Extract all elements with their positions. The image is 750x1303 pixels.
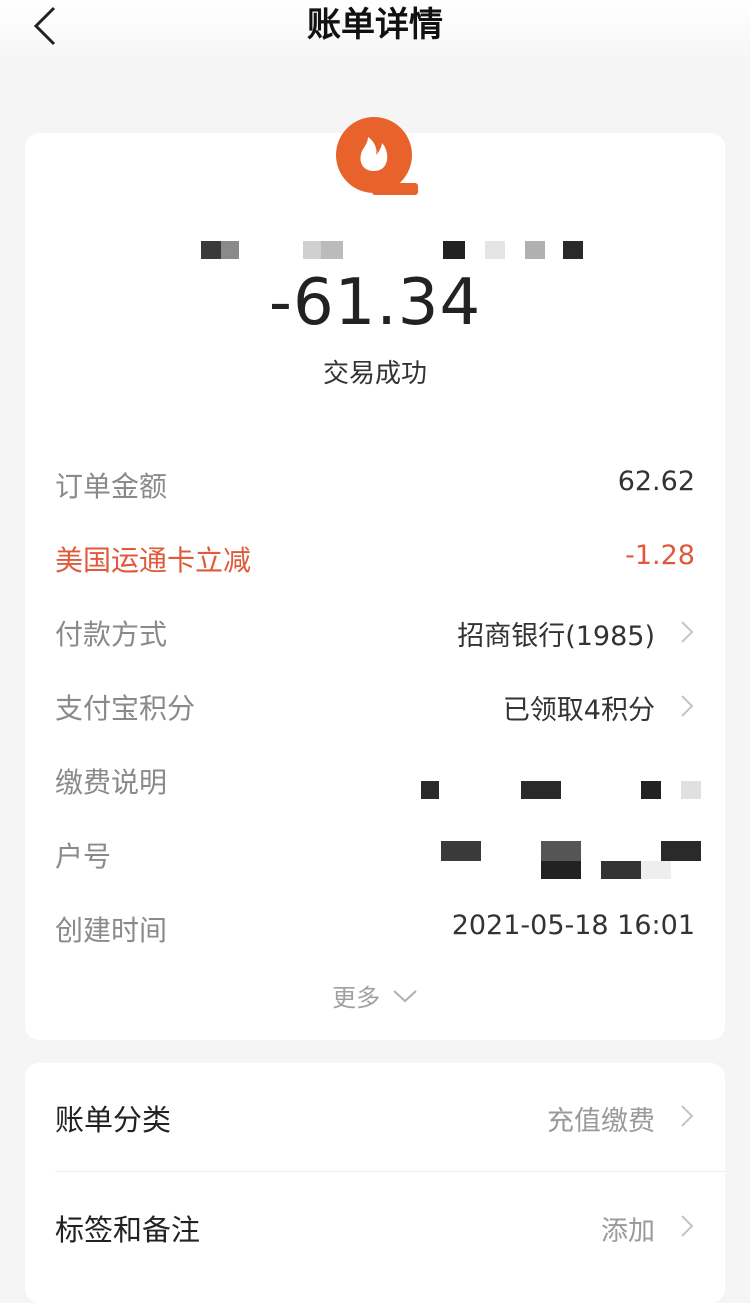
merchant-name-redacted [175, 237, 583, 261]
detail-label: 户号 [55, 840, 112, 873]
chevron-right-icon [681, 1215, 694, 1237]
detail-value: 2021-05-18 16:01 [451, 910, 695, 941]
detail-value: 已领取4积分 [502, 695, 655, 726]
detail-label: 支付宝积分 [55, 692, 196, 725]
chevron-right-icon [681, 1105, 694, 1127]
bill-summary-card: -61.34 交易成功 订单金额 62.62 美国运通卡立减 -1.28 付款方… [25, 117, 725, 1040]
more-toggle[interactable]: 更多 [25, 978, 725, 1013]
bill-extra-card: 账单分类 充值缴费 标签和备注 添加 [25, 1063, 725, 1303]
chevron-down-icon [393, 989, 417, 1002]
nav-bar: 账单详情 [0, 0, 750, 60]
detail-row-fee-note: 缴费说明 [25, 747, 725, 807]
row-value: 添加 [601, 1216, 655, 1247]
page-title: 账单详情 [307, 5, 443, 45]
detail-label: 缴费说明 [55, 766, 168, 799]
detail-label: 创建时间 [55, 914, 168, 947]
redacted-value [405, 761, 705, 801]
tags-notes-row[interactable]: 标签和备注 添加 [25, 1173, 725, 1273]
detail-label: 付款方式 [55, 618, 168, 651]
detail-row-discount: 美国运通卡立减 -1.28 [25, 525, 725, 585]
redacted-value [405, 835, 705, 879]
row-value: 充值缴费 [547, 1106, 655, 1137]
more-label: 更多 [332, 984, 381, 1012]
detail-value: 62.62 [617, 466, 695, 497]
transaction-amount: -61.34 [268, 266, 482, 340]
detail-value: -1.28 [625, 540, 695, 571]
chevron-right-icon [681, 621, 694, 643]
transaction-status: 交易成功 [322, 359, 427, 389]
detail-row-order-amount: 订单金额 62.62 [25, 451, 725, 511]
detail-label: 订单金额 [55, 470, 168, 503]
detail-row-account-number: 户号 [25, 821, 725, 881]
detail-row-created-time: 创建时间 2021-05-18 16:01 [25, 895, 725, 955]
row-label: 账单分类 [55, 1103, 172, 1137]
detail-value: 招商银行(1985) [457, 621, 655, 652]
merchant-logo [336, 117, 418, 195]
row-label: 标签和备注 [55, 1213, 201, 1247]
bill-category-row[interactable]: 账单分类 充值缴费 [25, 1063, 725, 1163]
divider [55, 1171, 725, 1172]
detail-label: 美国运通卡立减 [55, 544, 252, 577]
detail-row-payment-method[interactable]: 付款方式 招商银行(1985) [25, 599, 725, 659]
detail-row-points[interactable]: 支付宝积分 已领取4积分 [25, 673, 725, 733]
chevron-right-icon [681, 695, 694, 717]
